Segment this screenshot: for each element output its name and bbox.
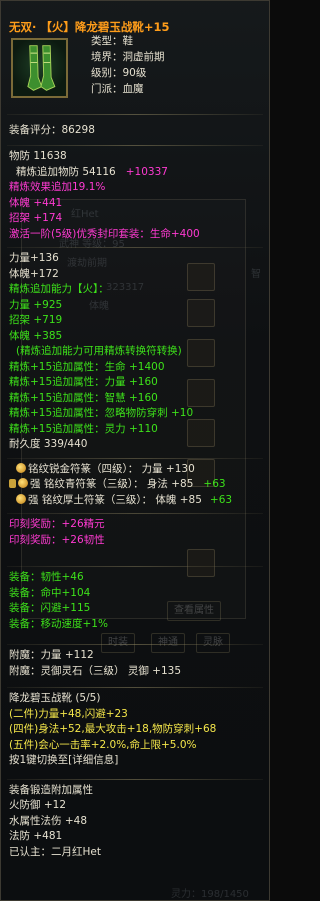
item-title: 无双· 【火】降龙碧玉战靴+15 <box>9 20 170 34</box>
set-bonus: 降龙碧玉战靴 (5/5) (二件)力量+48,闪避+23 (四件)身法+52,最… <box>1 691 269 771</box>
divider <box>7 145 263 146</box>
enchant-line: 附魔：力量 +112 <box>9 649 94 661</box>
stat-line: 体魄 +385 <box>9 329 63 342</box>
detail-switch-hint: 按1键切换至[详细信息] <box>9 754 119 766</box>
stat-line: 力量+136 <box>9 252 59 264</box>
seal-line: 印刻奖励：+26韧性 <box>9 533 105 546</box>
stat-line: 精炼追加物防 54116 +10337 <box>16 165 168 178</box>
forge-line: 水属性法伤 +48 <box>9 814 87 827</box>
rune-gem-icon <box>16 462 26 473</box>
divider <box>7 778 263 780</box>
set-line: (四件)身法+52,最大攻击+18,物防穿刺+68 <box>9 723 217 735</box>
lock-icon <box>9 479 16 488</box>
forge-stats: 装备锻造附加属性 火防御 +12 水属性法伤 +48 法防 +481 已认主：二… <box>1 783 269 863</box>
divider <box>7 457 263 459</box>
stat-line: 招架 +719 <box>9 314 63 326</box>
equip-bonus: 装备：韧性+46 装备：命中+104 装备：闪避+115 装备：移动速度+1% <box>1 570 269 634</box>
divider <box>7 566 263 567</box>
owner-line: 已认主：二月红Het <box>9 845 101 858</box>
equip-bonus-line: 装备：韧性+46 <box>9 571 84 583</box>
equip-bonus-line: 装备：移动速度+1% <box>9 617 108 630</box>
item-tooltip: 红Het 武神 等级：95 渡劫前期 323317 体魄 智 查看属性 时装 神… <box>0 0 270 901</box>
stat-line: 力量 +925 <box>9 298 63 311</box>
stat-line: 精炼+15追加属性：忽略物防穿刺 +10 <box>9 407 194 419</box>
stat-line: 精炼效果追加19.1% <box>9 181 106 193</box>
item-level: 级别：90级 <box>91 67 147 79</box>
forge-line: 法防 +481 <box>9 830 63 842</box>
forge-line: 火防御 +12 <box>9 799 66 811</box>
rune-gem-icon <box>16 493 26 504</box>
stat-line: 体魄 +441 <box>9 196 63 209</box>
rune-line: 强 铭纹青符篆（三级）： 身法 +85 +63 <box>9 478 261 494</box>
stat-line: 招架 +174 <box>9 212 63 224</box>
divider <box>7 513 263 514</box>
equip-score: 装备评分：86298 <box>9 124 95 136</box>
set-line: (五件)会心一击率+2.0%,命上限+5.0% <box>9 738 197 751</box>
forge-title: 装备锻造附加属性 <box>9 783 93 796</box>
durability: 耐久度 339/440 <box>9 438 88 450</box>
item-realm: 境界：洞虚前期 <box>91 51 165 63</box>
rune-line: 强 铭纹厚土符篆（三级）： 体魄 +85 +63 <box>9 493 261 510</box>
stat-line: 精炼+15追加属性：智慧 +160 <box>9 391 158 404</box>
set-title: 降龙碧玉战靴 (5/5) <box>9 692 101 704</box>
enchant-line: 附魔：灵御灵石（三级） 灵御 +135 <box>9 664 182 677</box>
rune-line: 铭纹锐金符篆（四级）： 力量 +130 <box>9 462 261 479</box>
refine-stats: 力量+136 体魄+172 精炼追加能力【火】： 力量 +925 招架 +719… <box>1 251 269 455</box>
stat-line: 精炼追加能力【火】： <box>9 283 109 295</box>
seal-line: 印刻奖励：+26精元 <box>9 518 105 530</box>
set-line: (二件)力量+48,闪避+23 <box>9 707 128 720</box>
stat-line: (精炼追加能力可用精炼转换符转换) <box>16 345 182 357</box>
stat-line: 精炼+15追加属性：灵力 +110 <box>9 422 158 435</box>
stat-line: 物防 11638 <box>9 150 67 162</box>
divider <box>7 247 263 248</box>
rune-list: 铭纹锐金符篆（四级）： 力量 +130 强 铭纹青符篆（三级）： 身法 +85 +… <box>1 462 269 511</box>
stat-line: 精炼+15追加属性：生命 +1400 <box>9 360 165 373</box>
boots-item-icon <box>11 38 68 98</box>
item-type: 类型：鞋 <box>91 35 133 47</box>
equip-bonus-line: 装备：命中+104 <box>9 586 91 599</box>
background-lingli-text: 灵力：198/1450 <box>171 889 249 900</box>
item-faction: 门派：血魔 <box>91 83 144 95</box>
rune-gem-icon <box>18 478 28 488</box>
base-stats: 物防 11638 精炼追加物防 54116 +10337 精炼效果追加19.1% … <box>1 149 269 244</box>
item-header: 无双· 【火】降龙碧玉战靴+15 类型：鞋 境界：洞虚前期 级别：90级 门派：… <box>1 1 269 111</box>
divider <box>7 687 263 688</box>
stat-line: 体魄+172 <box>9 267 59 280</box>
seal-rewards: 印刻奖励：+26精元 印刻奖励：+26韧性 <box>1 517 269 550</box>
item-meta: 类型：鞋 境界：洞虚前期 级别：90级 门派：血魔 <box>91 35 165 99</box>
stat-line: 精炼+15追加属性：力量 +160 <box>9 376 158 388</box>
enchant-list: 附魔：力量 +112 附魔：灵御灵石（三级） 灵御 +135 <box>1 648 269 681</box>
divider <box>7 114 263 115</box>
stat-line: 激活一阶(5级)优秀封印套装：生命+400 <box>9 227 200 240</box>
equip-bonus-line: 装备：闪避+115 <box>9 602 91 614</box>
